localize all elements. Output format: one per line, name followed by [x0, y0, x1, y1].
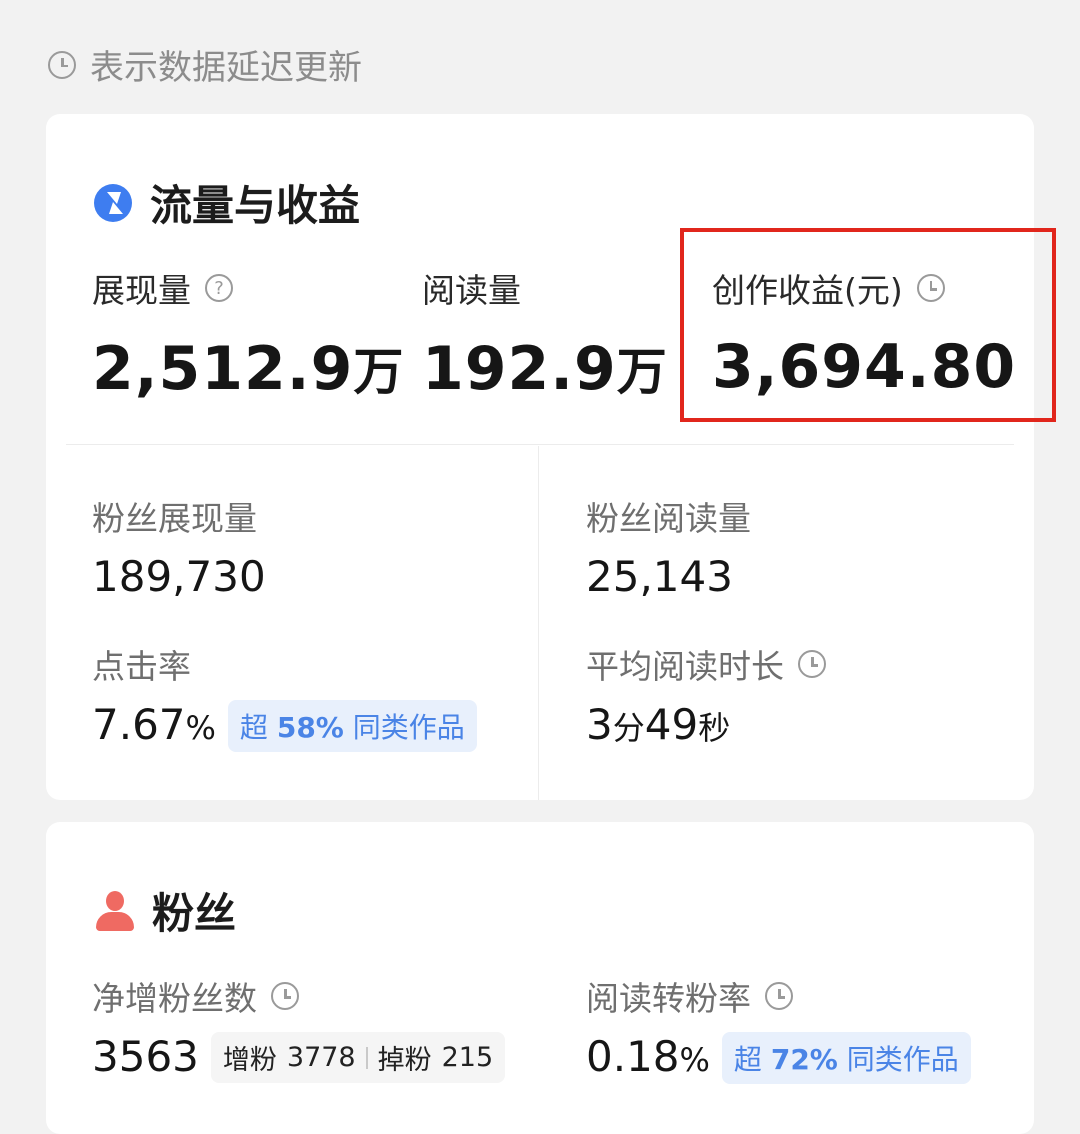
help-icon[interactable]: ? — [205, 274, 233, 302]
net-gain-label-text: 净增粉丝数 — [92, 979, 257, 1018]
conversion-metric[interactable]: 阅读转粉率 0.18% 超 72% 同类作品 — [586, 972, 971, 1084]
badge-suffix: 同类作品 — [846, 1043, 959, 1076]
conversion-number: 0.18 — [586, 1032, 680, 1081]
ctr-comparison-badge: 超 58% 同类作品 — [227, 700, 477, 752]
fans-title-text: 粉丝 — [152, 889, 237, 938]
conversion-label: 阅读转粉率 — [586, 972, 971, 1020]
reads-value: 192.9万 — [422, 332, 668, 404]
delay-notice: 表示数据延迟更新 — [48, 40, 362, 89]
impressions-metric[interactable]: 展现量 ? 2,512.9万 — [92, 264, 404, 404]
impressions-label-text: 展现量 — [92, 271, 191, 310]
seconds-number: 49 — [644, 700, 699, 749]
clock-icon — [48, 50, 76, 79]
traffic-earnings-title: 流量与收益 — [94, 172, 360, 233]
badge-suffix: 同类作品 — [352, 711, 465, 744]
net-gain-label: 净增粉丝数 — [92, 972, 505, 1020]
fan-impressions-label: 粉丝展现量 — [92, 492, 266, 540]
fan-reads-label: 粉丝阅读量 — [586, 492, 751, 540]
ctr-number: 7.67 — [92, 700, 186, 749]
divider — [66, 444, 1014, 445]
minutes-number: 3 — [586, 700, 613, 749]
reads-number: 192.9 — [422, 334, 617, 404]
gain-label: 增粉 — [222, 1045, 277, 1076]
net-gain-metric[interactable]: 净增粉丝数 3563 增粉 3778 掉粉 215 — [92, 972, 506, 1083]
fans-card: 粉丝 净增粉丝数 3563 增粉 3778 掉粉 215 阅读转粉率 0.18%… — [46, 822, 1034, 1134]
reads-metric[interactable]: 阅读量 192.9万 — [422, 264, 668, 404]
ctr-label: 点击率 — [92, 640, 477, 688]
badge-percent: 58% — [276, 711, 344, 744]
badge-percent: 72% — [770, 1043, 838, 1076]
net-gain-value: 3563 增粉 3778 掉粉 215 — [92, 1032, 506, 1083]
conversion-label-text: 阅读转粉率 — [586, 979, 751, 1018]
ctr-label-text: 点击率 — [92, 647, 191, 686]
bolt-icon — [94, 183, 132, 222]
impressions-number: 2,512.9 — [92, 334, 354, 404]
gain-loss-box: 增粉 3778 掉粉 215 — [210, 1032, 506, 1083]
fan-impressions-value: 189,730 — [92, 552, 266, 601]
ctr-metric[interactable]: 点击率 7.67% 超 58% 同类作品 — [92, 640, 477, 752]
reads-unit: 万 — [616, 343, 668, 401]
impressions-value: 2,512.9万 — [92, 332, 404, 404]
avg-read-time-value: 3 分 49 秒 — [586, 700, 826, 749]
fans-title: 粉丝 — [94, 880, 236, 941]
delay-notice-text: 表示数据延迟更新 — [90, 48, 362, 88]
traffic-earnings-card: 流量与收益 展现量 ? 2,512.9万 阅读量 192.9万 创作收益(元) … — [46, 114, 1056, 800]
clock-icon — [765, 982, 793, 1010]
avg-read-time-label-text: 平均阅读时长 — [586, 647, 784, 686]
clock-icon — [798, 650, 826, 678]
badge-prefix: 超 — [733, 1043, 762, 1076]
net-gain-number: 3563 — [92, 1032, 199, 1081]
loss-value: 215 — [441, 1042, 494, 1073]
ctr-unit: % — [185, 709, 216, 747]
separator — [365, 1046, 368, 1069]
fan-impressions-metric[interactable]: 粉丝展现量 189,730 — [92, 492, 266, 601]
badge-prefix: 超 — [239, 711, 268, 744]
traffic-title-text: 流量与收益 — [150, 181, 361, 230]
divider — [538, 446, 539, 800]
avg-read-time-label: 平均阅读时长 — [586, 640, 826, 688]
conversion-comparison-badge: 超 72% 同类作品 — [721, 1032, 971, 1084]
fan-reads-metric[interactable]: 粉丝阅读量 25,143 — [586, 492, 751, 601]
person-icon — [94, 890, 136, 931]
impressions-unit: 万 — [353, 343, 405, 401]
gain-value: 3778 — [286, 1042, 356, 1073]
fan-reads-label-text: 粉丝阅读量 — [586, 499, 751, 538]
clock-icon — [271, 982, 299, 1010]
reads-label-text: 阅读量 — [422, 271, 521, 310]
conversion-value: 0.18% 超 72% 同类作品 — [586, 1032, 971, 1084]
impressions-label: 展现量 ? — [92, 264, 404, 312]
avg-read-time-metric[interactable]: 平均阅读时长 3 分 49 秒 — [586, 640, 826, 749]
fan-impressions-label-text: 粉丝展现量 — [92, 499, 257, 538]
minutes-unit: 分 — [612, 709, 645, 747]
fan-reads-value: 25,143 — [586, 552, 733, 601]
earnings-highlight-box — [680, 228, 1056, 422]
ctr-value: 7.67% 超 58% 同类作品 — [92, 700, 477, 752]
conversion-unit: % — [679, 1041, 710, 1079]
seconds-unit: 秒 — [698, 709, 731, 747]
reads-label: 阅读量 — [422, 264, 668, 312]
loss-label: 掉粉 — [377, 1045, 432, 1076]
